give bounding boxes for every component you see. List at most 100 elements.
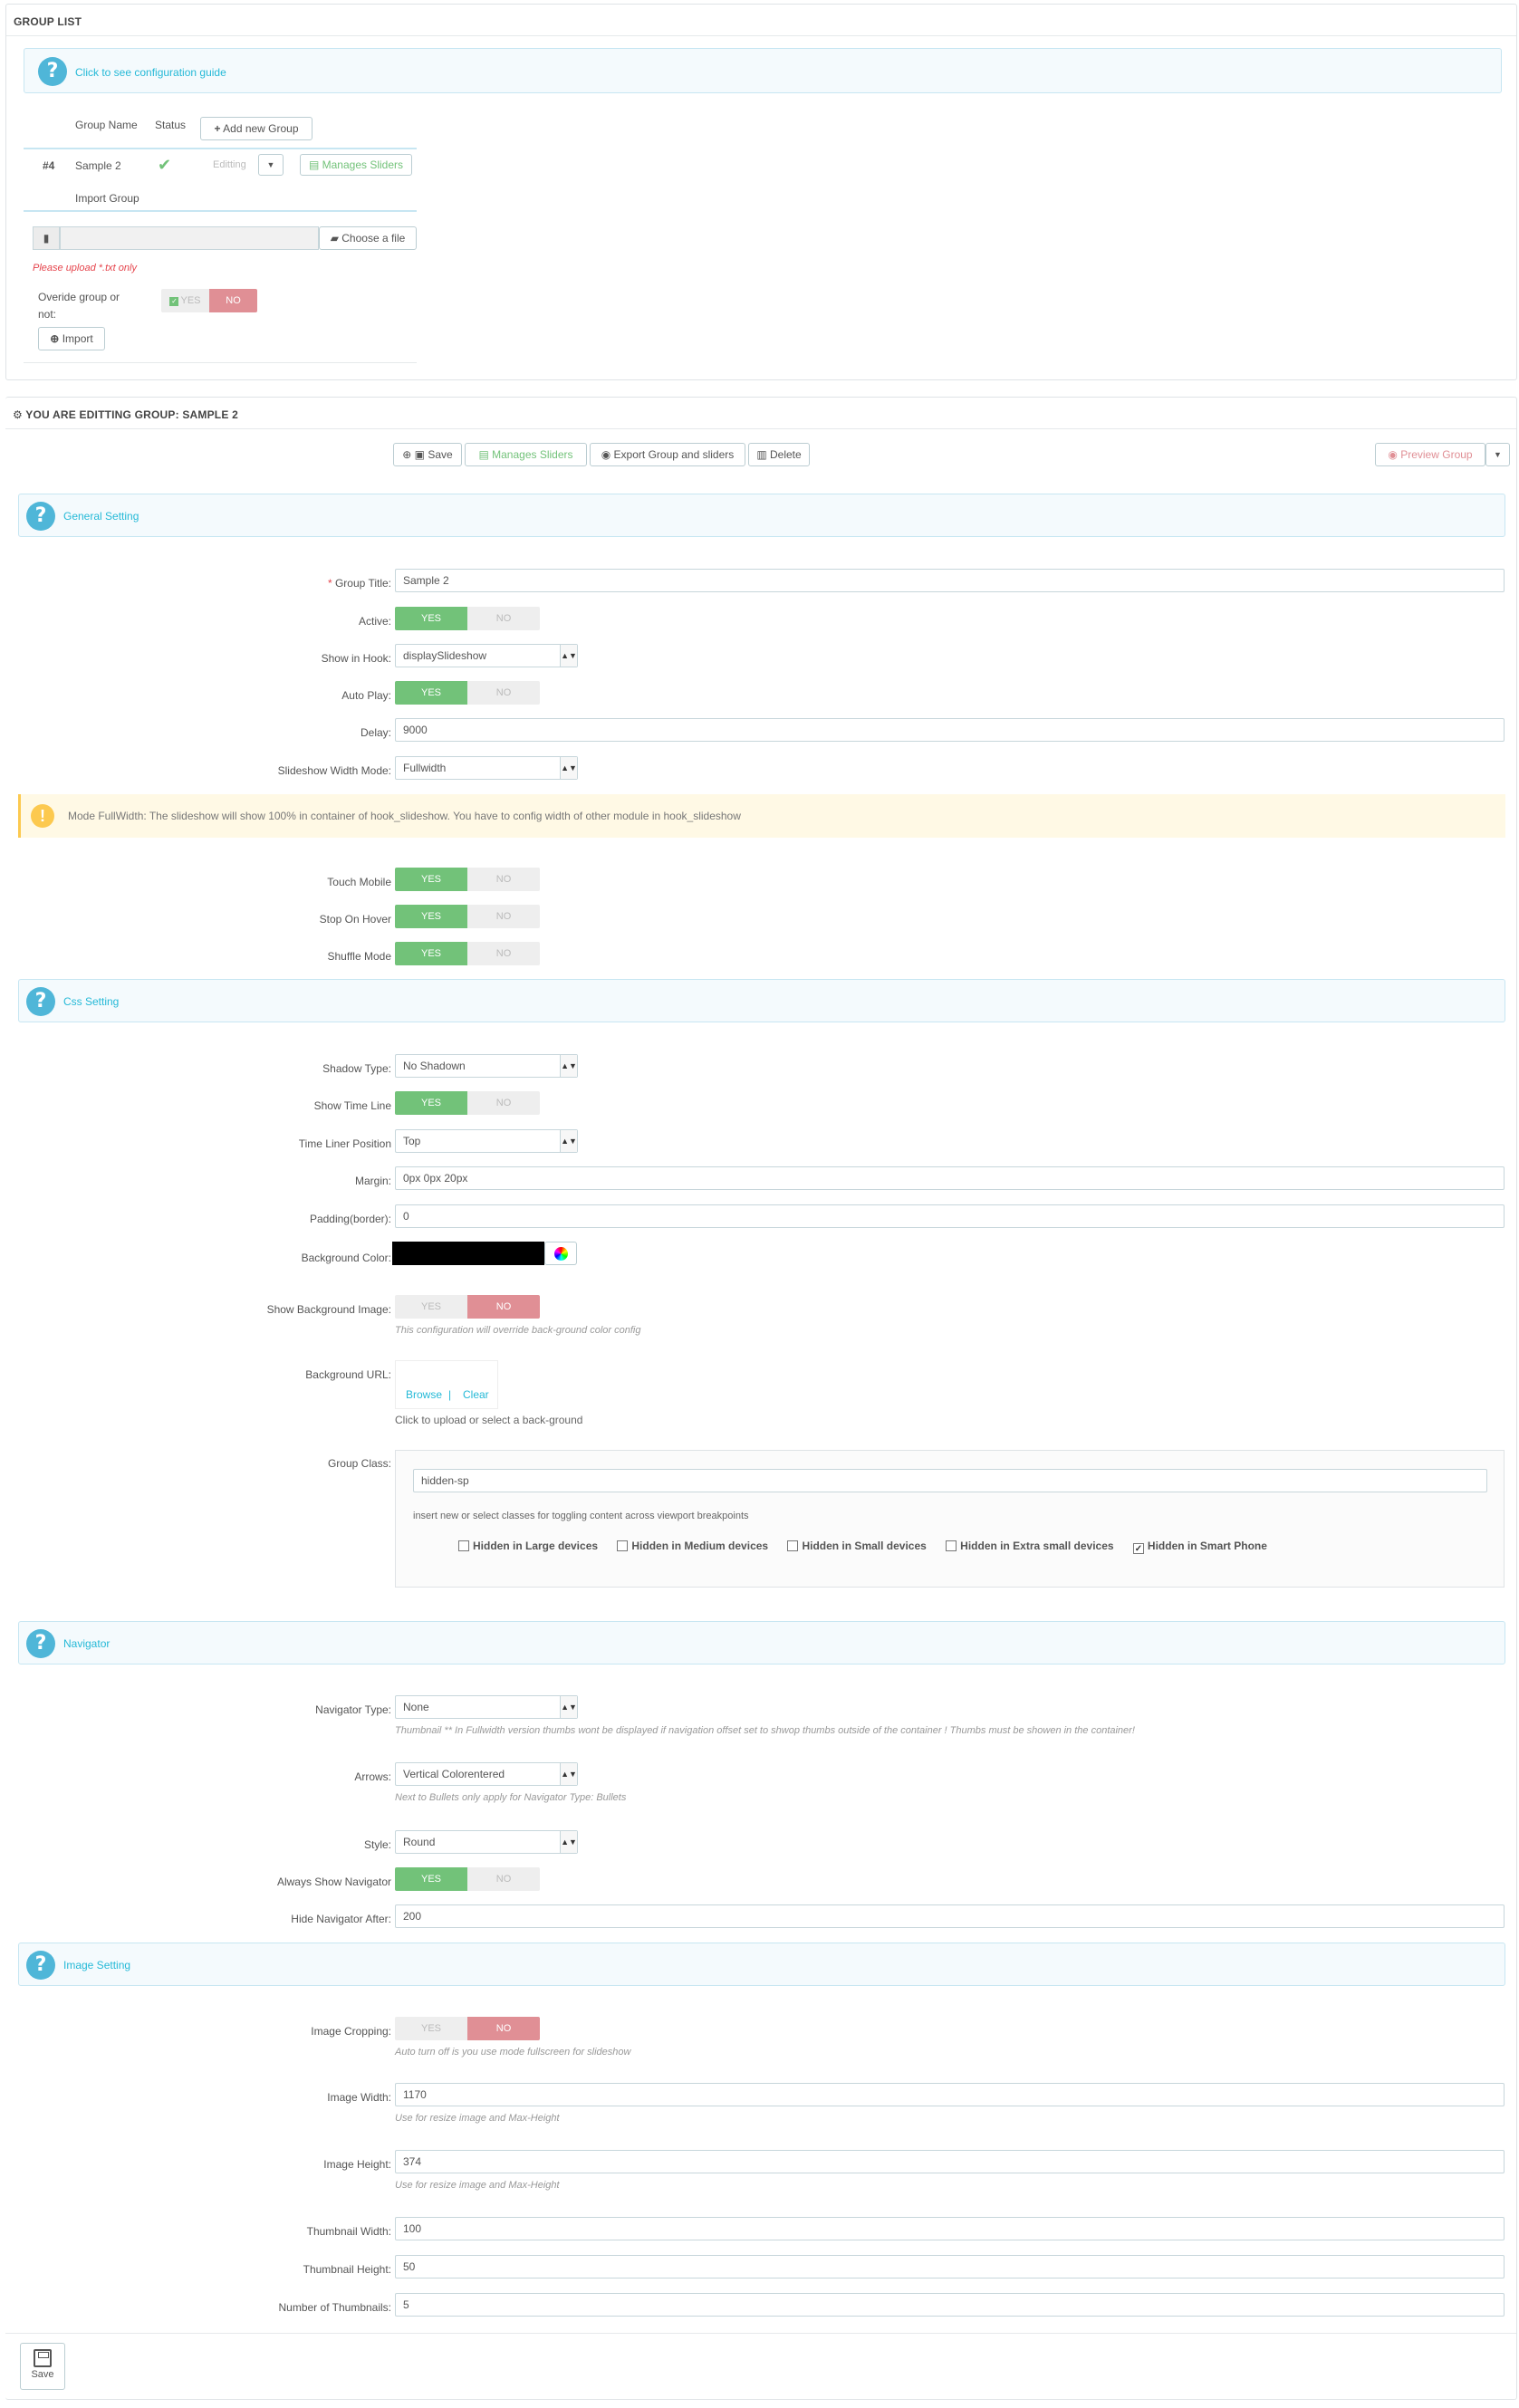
chevron-down-icon: ▲▼ bbox=[560, 1763, 577, 1785]
editing-panel: ⚙ YOU ARE EDITTING GROUP: SAMPLE 2 ⊕ ▣ S… bbox=[5, 397, 1517, 2400]
thumb-width-label: Thumbnail Width: bbox=[306, 2225, 391, 2238]
footer-save-button[interactable]: Save bbox=[20, 2343, 65, 2390]
checkbox-small[interactable]: Hidden in Small devices bbox=[787, 1540, 927, 1552]
override-switch[interactable]: ✓ YES NO bbox=[161, 289, 257, 312]
active-switch[interactable]: YES NO bbox=[395, 607, 540, 630]
style-select[interactable]: Round ▲▼ bbox=[395, 1830, 578, 1854]
import-button[interactable]: ⊕ Import bbox=[38, 327, 105, 350]
thumb-height-input[interactable]: 50 bbox=[395, 2255, 1505, 2278]
chevron-down-icon: ▲▼ bbox=[560, 1055, 577, 1077]
delay-label: Delay: bbox=[360, 726, 391, 739]
chevron-down-icon: ▲▼ bbox=[560, 645, 577, 667]
width-mode-select[interactable]: Fullwidth ▲▼ bbox=[395, 756, 578, 780]
group-title-label: * Group Title: bbox=[327, 577, 391, 590]
plus-icon: + bbox=[214, 122, 221, 135]
hook-select[interactable]: displaySlideshow ▲▼ bbox=[395, 644, 578, 667]
image-width-help: Use for resize image and Max-Height bbox=[395, 2113, 560, 2124]
crop-label: Image Cropping: bbox=[311, 2025, 391, 2038]
question-icon: ? bbox=[26, 1629, 55, 1658]
browse-link[interactable]: Browse bbox=[406, 1388, 442, 1401]
col-group-name: Group Name bbox=[75, 119, 138, 131]
chevron-down-icon: ▲▼ bbox=[560, 1831, 577, 1853]
checkbox-large[interactable]: Hidden in Large devices bbox=[458, 1540, 598, 1552]
nav-type-select[interactable]: None ▲▼ bbox=[395, 1695, 578, 1719]
active-label: Active: bbox=[358, 615, 391, 628]
stop-hover-switch[interactable]: YES NO bbox=[395, 905, 540, 928]
preview-dropdown-button[interactable]: ▼ bbox=[1485, 443, 1510, 466]
image-setting-header: ? Image Setting bbox=[18, 1943, 1505, 1986]
timeline-pos-select[interactable]: Top ▲▼ bbox=[395, 1129, 578, 1153]
color-picker-button[interactable] bbox=[544, 1242, 577, 1265]
cogs-icon: ⚙ bbox=[13, 408, 23, 421]
choose-file-button[interactable]: ▰ Choose a file bbox=[319, 226, 417, 250]
nav-type-help: Thumbnail ** In Fullwidth version thumbs… bbox=[395, 1725, 1135, 1736]
group-class-help: insert new or select classes for togglin… bbox=[413, 1511, 749, 1521]
crop-help: Auto turn off is you use mode fullscreen… bbox=[395, 2047, 631, 2058]
chevron-down-icon: ▲▼ bbox=[560, 1696, 577, 1718]
thumb-width-input[interactable]: 100 bbox=[395, 2217, 1505, 2240]
shuffle-switch[interactable]: YES NO bbox=[395, 942, 540, 965]
general-setting-header: ? General Setting bbox=[18, 494, 1505, 537]
delete-group-button[interactable]: ▥ Delete bbox=[748, 443, 810, 466]
plus-circle-icon: ⊕ bbox=[50, 332, 60, 345]
toolbar-manage-sliders-button[interactable]: ▤ Manages Sliders bbox=[465, 443, 587, 466]
export-group-button[interactable]: ◉ Export Group and sliders bbox=[590, 443, 745, 466]
arrows-label: Arrows: bbox=[354, 1770, 391, 1783]
clear-link[interactable]: Clear bbox=[463, 1388, 489, 1401]
trash-icon: ▥ bbox=[756, 448, 767, 461]
delay-input[interactable]: 9000 bbox=[395, 718, 1505, 742]
shadow-label: Shadow Type: bbox=[322, 1062, 391, 1075]
config-guide-link[interactable]: Click to see configuration guide bbox=[75, 66, 226, 79]
image-height-input[interactable]: 374 bbox=[395, 2150, 1505, 2173]
padding-input[interactable]: 0 bbox=[395, 1204, 1505, 1228]
always-show-label: Always Show Navigator bbox=[276, 1876, 391, 1888]
preview-group-button[interactable]: ◉ Preview Group bbox=[1375, 443, 1485, 466]
hide-after-label: Hide Navigator After: bbox=[291, 1913, 391, 1925]
manage-sliders-button[interactable]: ▤ Manages Sliders bbox=[300, 154, 412, 176]
shadow-select[interactable]: No Shadown ▲▼ bbox=[395, 1054, 578, 1078]
bg-color-input[interactable] bbox=[392, 1242, 544, 1265]
group-list-title: GROUP LIST bbox=[14, 15, 82, 28]
file-icon: ▮ bbox=[43, 232, 50, 245]
navigator-header: ? Navigator bbox=[18, 1621, 1505, 1664]
file-path-input[interactable] bbox=[60, 226, 319, 250]
bg-color-label: Background Color: bbox=[301, 1252, 391, 1264]
margin-label: Margin: bbox=[354, 1175, 391, 1187]
group-class-label: Group Class: bbox=[327, 1457, 391, 1470]
toolbar-save-button[interactable]: ⊕ ▣ Save bbox=[393, 443, 462, 466]
shuffle-label: Shuffle Mode bbox=[327, 950, 392, 963]
film-icon: ▤ bbox=[308, 158, 320, 171]
group-title-input[interactable]: Sample 2 bbox=[395, 569, 1505, 592]
eye-icon: ◉ bbox=[601, 448, 611, 461]
bg-url-label: Background URL: bbox=[305, 1368, 391, 1381]
chevron-down-icon: ▲▼ bbox=[560, 757, 577, 779]
question-icon: ? bbox=[26, 1951, 55, 1980]
checkbox-extra-small[interactable]: Hidden in Extra small devices bbox=[946, 1540, 1114, 1552]
bg-url-help: Click to upload or select a back-ground bbox=[395, 1414, 583, 1426]
num-thumb-input[interactable]: 5 bbox=[395, 2293, 1505, 2317]
image-width-input[interactable]: 1170 bbox=[395, 2083, 1505, 2106]
group-row: #4 Sample 2 ✔ Editting ▼ ▤ Manages Slide… bbox=[24, 150, 417, 181]
thumb-height-label: Thumbnail Height: bbox=[303, 2263, 391, 2276]
width-mode-label: Slideshow Width Mode: bbox=[277, 764, 391, 777]
touch-label: Touch Mobile bbox=[327, 876, 391, 888]
col-status: Status bbox=[155, 119, 187, 131]
show-bg-switch[interactable]: YES NO bbox=[395, 1295, 540, 1319]
group-list-panel: GROUP LIST ? Click to see configuration … bbox=[5, 4, 1517, 380]
always-show-switch[interactable]: YES NO bbox=[395, 1867, 540, 1891]
chevron-down-icon: ▲▼ bbox=[560, 1130, 577, 1152]
hide-after-input[interactable]: 200 bbox=[395, 1904, 1505, 1928]
touch-switch[interactable]: YES NO bbox=[395, 868, 540, 891]
autoplay-switch[interactable]: YES NO bbox=[395, 681, 540, 705]
add-new-group-button[interactable]: + Add new Group bbox=[200, 117, 312, 140]
margin-input[interactable]: 0px 0px 20px bbox=[395, 1166, 1505, 1190]
checkbox-smart-phone[interactable]: ✓ Hidden in Smart Phone bbox=[1132, 1540, 1267, 1554]
arrows-select[interactable]: Vertical Colorentered ▲▼ bbox=[395, 1762, 578, 1786]
crop-switch[interactable]: YES NO bbox=[395, 2017, 540, 2040]
show-bg-help: This configuration will override back-gr… bbox=[395, 1325, 641, 1336]
timeline-switch[interactable]: YES NO bbox=[395, 1091, 540, 1115]
checkbox-medium[interactable]: Hidden in Medium devices bbox=[617, 1540, 768, 1552]
row-dropdown-button[interactable]: ▼ bbox=[258, 154, 284, 176]
group-class-input[interactable]: hidden-sp bbox=[413, 1469, 1487, 1492]
override-label-1: Overide group or bbox=[38, 291, 120, 303]
